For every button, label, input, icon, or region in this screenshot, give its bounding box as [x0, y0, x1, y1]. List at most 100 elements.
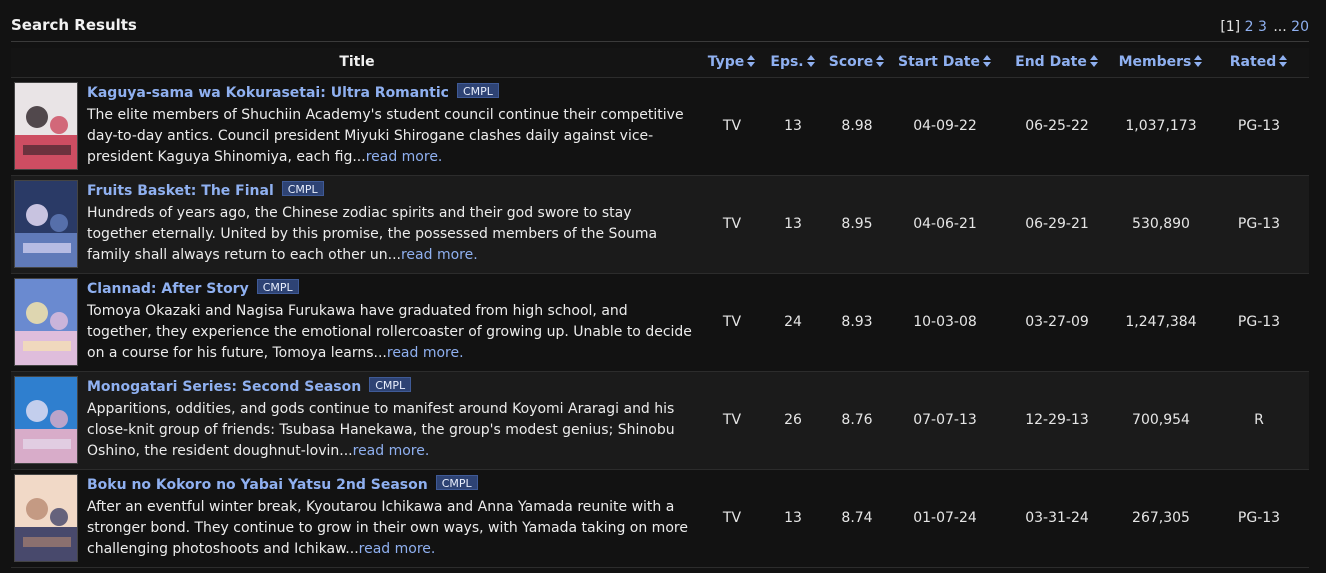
column-header-start-date[interactable]: Start Date: [889, 48, 1001, 78]
title-cell: Monogatari Series: Second Season CMPL Appa…: [11, 371, 703, 470]
column-header-score[interactable]: Score: [825, 48, 889, 78]
end-date-cell: 12-29-13: [1001, 371, 1113, 470]
anime-thumbnail[interactable]: [14, 473, 78, 562]
eps-cell: 13: [761, 469, 825, 568]
start-date-cell: 04-09-22: [889, 77, 1001, 176]
members-cell: 1,247,384: [1113, 273, 1209, 372]
start-date-cell: 01-07-24: [889, 469, 1001, 568]
column-header-type[interactable]: Type: [703, 48, 761, 78]
column-header-rated[interactable]: Rated: [1209, 48, 1309, 78]
status-badge: CMPL: [369, 376, 412, 392]
eps-cell: 24: [761, 273, 825, 372]
anime-thumbnail[interactable]: [14, 81, 78, 170]
type-cell: TV: [703, 371, 761, 470]
type-cell: TV: [703, 273, 761, 372]
type-cell: TV: [703, 469, 761, 568]
anime-title-link[interactable]: Fruits Basket: The Final: [87, 183, 274, 199]
column-header-rated-label: Rated: [1229, 54, 1277, 71]
pager-page-2[interactable]: 2: [1245, 19, 1254, 35]
members-cell: 267,305: [1113, 469, 1209, 568]
page-title: Search Results: [11, 16, 137, 34]
title-cell: Boku no Kokoro no Yabai Yatsu 2nd Season…: [11, 469, 703, 568]
status-badge: CMPL: [256, 278, 299, 294]
members-cell: 1,037,173: [1113, 77, 1209, 176]
anime-thumbnail[interactable]: [14, 277, 78, 366]
rated-cell: PG-13: [1209, 77, 1309, 176]
read-more-link[interactable]: read more.: [401, 247, 478, 263]
title-cell: Fruits Basket: The Final CMPL Hundreds of …: [11, 175, 703, 274]
anime-title-link[interactable]: Clannad: After Story: [87, 281, 249, 297]
members-cell: 530,890: [1113, 175, 1209, 274]
title-wrap: Monogatari Series: Second Season CMPL Appa…: [14, 375, 703, 464]
title-wrap: Boku no Kokoro no Yabai Yatsu 2nd Season…: [14, 473, 703, 562]
type-cell: TV: [703, 77, 761, 176]
anime-title-link[interactable]: Kaguya-sama wa Kokurasetai: Ultra Romant…: [87, 85, 449, 101]
pagination: [1] 2 3 ... 20: [1218, 19, 1309, 35]
results-table: Title Type Eps. Score Start Date End Dat…: [11, 48, 1309, 568]
members-cell: 700,954: [1113, 371, 1209, 470]
pager-page-3[interactable]: 3: [1258, 19, 1267, 35]
table-row: Monogatari Series: Second Season CMPL Appa…: [11, 371, 1309, 470]
score-cell: 8.98: [825, 77, 889, 176]
results-body: Kaguya-sama wa Kokurasetai: Ultra Romant…: [11, 77, 1309, 568]
title-info: Monogatari Series: Second Season CMPL Appa…: [87, 376, 703, 462]
sort-icon: [1089, 55, 1099, 68]
table-row: Clannad: After Story CMPL Tomoya Okazaki a…: [11, 273, 1309, 372]
column-header-eps-label: Eps.: [770, 54, 804, 71]
pager-ellipsis: ...: [1273, 19, 1287, 35]
sort-icon: [1194, 55, 1203, 68]
score-cell: 8.76: [825, 371, 889, 470]
column-header-start-date-label: Start Date: [898, 54, 980, 71]
start-date-cell: 07-07-13: [889, 371, 1001, 470]
status-badge: CMPL: [456, 82, 499, 98]
anime-title-link[interactable]: Monogatari Series: Second Season: [87, 379, 361, 395]
end-date-cell: 06-25-22: [1001, 77, 1113, 176]
status-badge: CMPL: [281, 180, 324, 196]
anime-thumbnail[interactable]: [14, 375, 78, 464]
title-wrap: Fruits Basket: The Final CMPL Hundreds of …: [14, 179, 703, 268]
read-more-link[interactable]: read more.: [387, 345, 464, 361]
score-cell: 8.74: [825, 469, 889, 568]
title-wrap: Clannad: After Story CMPL Tomoya Okazaki a…: [14, 277, 703, 366]
pager-current: [1]: [1220, 19, 1241, 35]
column-header-end-date[interactable]: End Date: [1001, 48, 1113, 78]
page: Search Results [1] 2 3 ... 20 Title Type…: [0, 0, 1326, 573]
sort-icon: [806, 55, 816, 68]
read-more-link[interactable]: read more.: [366, 149, 443, 165]
column-header-type-label: Type: [707, 54, 745, 71]
rated-cell: R: [1209, 371, 1309, 470]
title-cell: Clannad: After Story CMPL Tomoya Okazaki a…: [11, 273, 703, 372]
rated-cell: PG-13: [1209, 469, 1309, 568]
table-row: Boku no Kokoro no Yabai Yatsu 2nd Season…: [11, 469, 1309, 568]
rated-cell: PG-13: [1209, 175, 1309, 274]
read-more-link[interactable]: read more.: [353, 443, 430, 459]
table-row: Fruits Basket: The Final CMPL Hundreds of …: [11, 175, 1309, 274]
rated-cell: PG-13: [1209, 273, 1309, 372]
synopsis: Apparitions, oddities, and gods continue…: [87, 399, 703, 462]
title-info: Clannad: After Story CMPL Tomoya Okazaki a…: [87, 278, 703, 364]
column-header-members[interactable]: Members: [1113, 48, 1209, 78]
pager-page-last[interactable]: 20: [1291, 19, 1309, 35]
results-header: Search Results [1] 2 3 ... 20: [11, 0, 1309, 42]
column-header-title: Title: [11, 48, 703, 78]
read-more-link[interactable]: read more.: [359, 541, 436, 557]
poster-image: [15, 376, 77, 463]
start-date-cell: 10-03-08: [889, 273, 1001, 372]
sort-icon: [747, 55, 756, 68]
table-header-row: Title Type Eps. Score Start Date End Dat…: [11, 48, 1309, 78]
synopsis: After an eventful winter break, Kyoutaro…: [87, 497, 703, 560]
eps-cell: 13: [761, 77, 825, 176]
synopsis-text: Hundreds of years ago, the Chinese zodia…: [87, 204, 658, 263]
anime-title-link[interactable]: Boku no Kokoro no Yabai Yatsu 2nd Season: [87, 477, 428, 493]
anime-thumbnail[interactable]: [14, 179, 78, 268]
eps-cell: 13: [761, 175, 825, 274]
end-date-cell: 03-31-24: [1001, 469, 1113, 568]
title-info: Boku no Kokoro no Yabai Yatsu 2nd Season…: [87, 474, 703, 560]
column-header-eps[interactable]: Eps.: [761, 48, 825, 78]
sort-icon: [876, 55, 885, 68]
type-cell: TV: [703, 175, 761, 274]
synopsis: Tomoya Okazaki and Nagisa Furukawa have …: [87, 301, 703, 364]
eps-cell: 26: [761, 371, 825, 470]
status-badge: CMPL: [435, 474, 478, 490]
title-info: Kaguya-sama wa Kokurasetai: Ultra Romant…: [87, 82, 703, 168]
